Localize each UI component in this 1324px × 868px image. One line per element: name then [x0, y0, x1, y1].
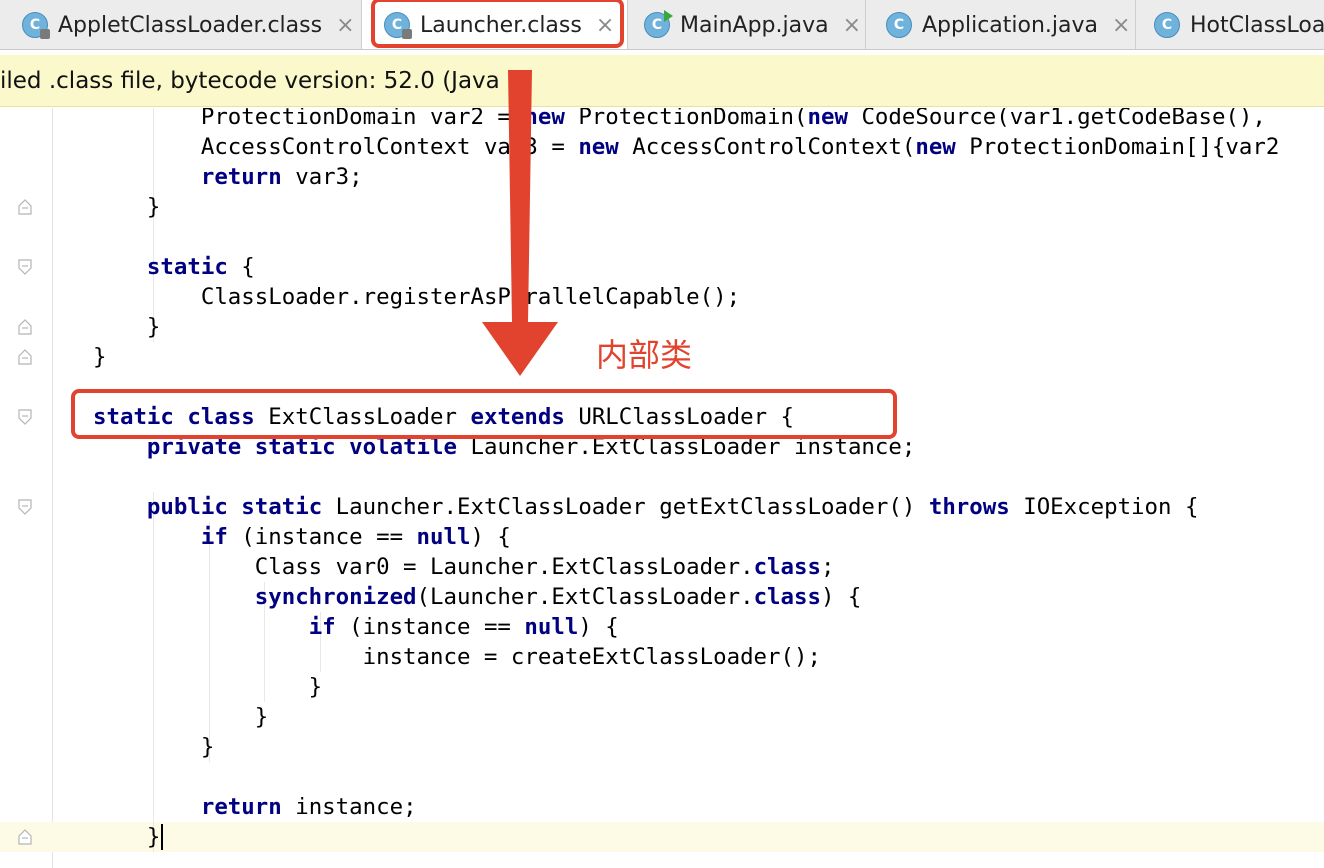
close-icon[interactable]: × — [336, 13, 354, 38]
close-icon[interactable]: × — [1112, 13, 1130, 38]
runnable-class-icon: C — [644, 10, 673, 38]
tab-label: HotClassLoa — [1190, 12, 1324, 38]
editor-tab-bar: C AppletClassLoader.class × C Launcher.c… — [0, 0, 1324, 50]
class-icon: C — [1154, 12, 1180, 38]
class-icon: C — [886, 12, 912, 38]
fold-end-icon[interactable] — [18, 349, 32, 365]
close-icon[interactable]: × — [843, 13, 861, 38]
code-line: Class var0 = Launcher.ExtClassLoader.cla… — [254, 554, 835, 580]
tab-label: Application.java — [922, 12, 1099, 38]
decompiled-notice-banner: iled .class file, bytecode version: 52.0… — [0, 55, 1324, 107]
class-icon: C — [22, 12, 50, 39]
tab-mainapp[interactable]: C MainApp.java × — [628, 0, 866, 49]
code-line: } — [93, 734, 215, 760]
code-line: } — [93, 314, 161, 340]
run-icon — [664, 10, 673, 22]
code-line: } — [93, 674, 323, 700]
lock-icon — [40, 29, 50, 39]
fold-collapse-icon[interactable] — [18, 499, 32, 515]
inner-class-annotation: 内部类 — [596, 336, 693, 374]
text-caret — [161, 824, 163, 850]
fold-collapse-icon[interactable] — [18, 259, 32, 275]
code-line: return instance; — [200, 794, 417, 820]
red-down-arrow-icon — [482, 70, 558, 376]
banner-text: iled .class file, bytecode version: 52.0… — [0, 68, 531, 94]
code-line: return var3; — [200, 164, 363, 190]
tab-appletclassloader[interactable]: C AppletClassLoader.class × — [0, 0, 362, 49]
fold-collapse-icon[interactable] — [18, 409, 32, 425]
current-line-highlight — [0, 822, 1324, 852]
code-line: instance = createExtClassLoader(); — [362, 644, 821, 670]
tab-hotclassloader[interactable]: C HotClassLoa — [1136, 0, 1324, 49]
code-line: ProtectionDomain var2 = new ProtectionDo… — [200, 108, 1266, 130]
code-editor[interactable]: ProtectionDomain var2 = new ProtectionDo… — [0, 108, 1324, 868]
code-line: } — [93, 194, 161, 220]
tab-label: AppletClassLoader.class — [58, 12, 323, 38]
code-line: if (instance == null) { — [200, 524, 511, 550]
code-line: } — [93, 704, 269, 730]
fold-end-icon[interactable] — [18, 829, 32, 845]
code-line: if (instance == null) { — [308, 614, 619, 640]
code-line: } — [93, 824, 161, 850]
code-line: ClassLoader.registerAsParallelCapable(); — [200, 284, 741, 310]
code-line: } — [93, 344, 107, 370]
code-line: static { — [146, 254, 255, 280]
code-line: public static Launcher.ExtClassLoader ge… — [146, 494, 1199, 520]
fold-end-icon[interactable] — [18, 199, 32, 215]
tab-label: MainApp.java — [680, 12, 829, 38]
launcher-tab-highlight-box — [371, 0, 624, 48]
tab-application[interactable]: C Application.java × — [866, 0, 1136, 49]
ext-classloader-highlight-box — [71, 389, 897, 439]
code-line: synchronized(Launcher.ExtClassLoader.cla… — [254, 584, 862, 610]
fold-end-icon[interactable] — [18, 319, 32, 335]
code-line: AccessControlContext var3 = new AccessCo… — [200, 134, 1280, 160]
